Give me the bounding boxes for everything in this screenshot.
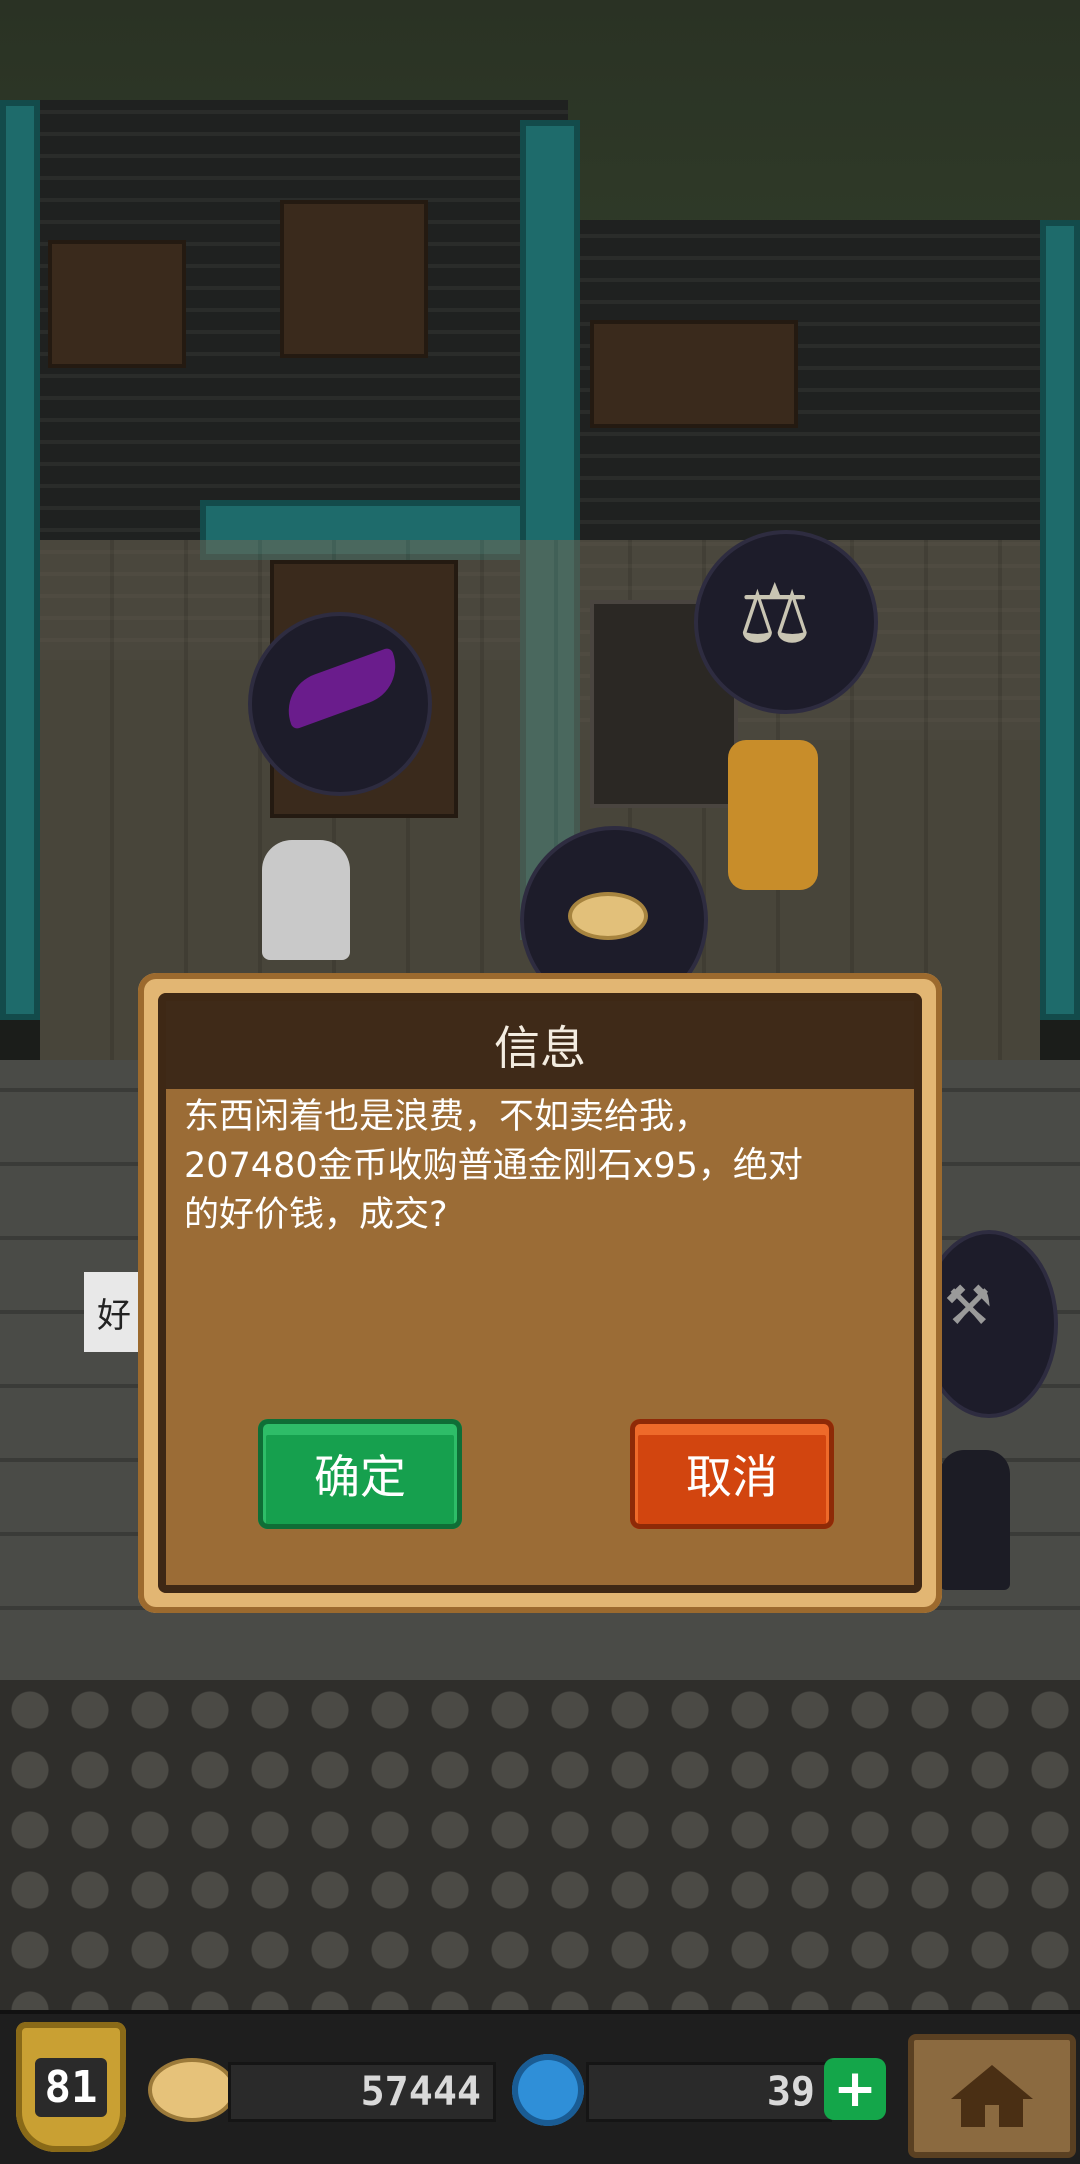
coin-icon (568, 892, 648, 940)
feather-icon (277, 646, 407, 731)
home-icon (951, 2065, 1033, 2127)
plus-icon: + (833, 2059, 877, 2119)
thought-bubble[interactable]: ⚖ (694, 530, 878, 714)
blue-gem-icon (512, 2054, 584, 2126)
gold-counter: 57444 (228, 2062, 496, 2122)
gold-value: 57444 (360, 2069, 481, 2115)
add-gems-button[interactable]: + (824, 2058, 886, 2120)
bottom-hud: 81 57444 39 + (0, 2010, 1080, 2164)
hammer-icon: ⚒ (944, 1274, 993, 1337)
gem-value: 39 (766, 2069, 815, 2115)
storage-chest (48, 240, 186, 368)
level-value: 81 (34, 2057, 108, 2117)
dialog-panel: 信息 东西闲着也是浪费，不如卖给我， 207480金币收购普通金刚石x95，绝对… (158, 993, 922, 1593)
npc-shopkeeper[interactable] (262, 840, 350, 960)
counter-table (590, 320, 798, 428)
npc-customer[interactable] (940, 1450, 1010, 1590)
right-wall (1040, 220, 1080, 1020)
home-button[interactable] (908, 2034, 1076, 2158)
info-dialog: 信息 东西闲着也是浪费，不如卖给我， 207480金币收购普通金刚石x95，绝对… (138, 973, 942, 1613)
dialog-message: 东西闲着也是浪费，不如卖给我， 207480金币收购普通金刚石x95，绝对 的好… (184, 1097, 803, 1235)
gold-coin-icon (148, 2058, 236, 2122)
dialog-title: 信息 (166, 1001, 914, 1089)
npc-golden-robot[interactable] (728, 740, 818, 890)
storage-chest (280, 200, 428, 358)
cancel-button[interactable]: 取消 (630, 1419, 834, 1529)
thought-bubble[interactable] (248, 612, 432, 796)
left-wall (0, 100, 40, 1020)
confirm-button[interactable]: 确定 (258, 1419, 462, 1529)
level-badge[interactable]: 81 (16, 2022, 126, 2152)
scales-icon: ⚖ (738, 567, 812, 662)
gem-counter: 39 (586, 2062, 832, 2122)
speech-bubble-text: 好 (84, 1272, 144, 1352)
cobblestone-path (0, 1680, 1080, 2010)
